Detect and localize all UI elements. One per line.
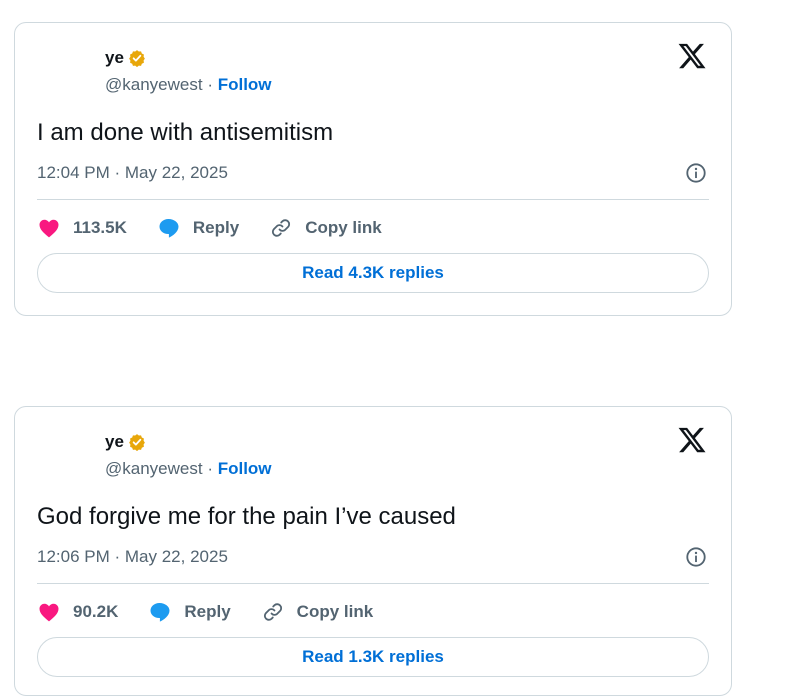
verified-badge-icon <box>129 434 145 451</box>
reply-label: Reply <box>184 602 231 621</box>
author-handle[interactable]: @kanyewest <box>105 459 203 478</box>
read-replies-button[interactable]: Read 4.3K replies <box>37 253 709 293</box>
author-handle[interactable]: @kanyewest <box>105 75 203 94</box>
separator-dot: · <box>114 547 125 566</box>
tweet-card[interactable]: ye @kanyewest · Follow God forgive me fo… <box>14 406 732 696</box>
author-name[interactable]: ye <box>105 432 124 452</box>
tweet-text: God forgive me for the pain I’ve caused <box>37 503 456 530</box>
like-count: 90.2K <box>73 602 119 621</box>
author-block: ye @kanyewest · Follow <box>105 431 272 479</box>
link-icon <box>272 219 291 237</box>
separator-dot: · <box>207 459 218 478</box>
divider <box>37 583 709 584</box>
action-bar: 90.2K Reply Copy link <box>37 599 403 625</box>
tweet-text: I am done with antisemitism <box>37 119 334 146</box>
tweet-timestamp[interactable]: 12:06 PM · May 22, 2025 <box>37 547 228 567</box>
tweet-time: 12:04 PM <box>37 163 110 182</box>
tweet-time: 12:06 PM <box>37 547 110 566</box>
x-logo-icon[interactable] <box>677 41 707 71</box>
link-icon <box>263 603 282 621</box>
read-replies-button[interactable]: Read 1.3K replies <box>37 637 709 677</box>
tweet-date: May 22, 2025 <box>124 163 228 182</box>
copy-link-button[interactable]: Copy link <box>261 600 374 624</box>
follow-link[interactable]: Follow <box>218 459 272 478</box>
author-name[interactable]: ye <box>105 48 124 68</box>
info-icon[interactable] <box>685 162 707 184</box>
like-button[interactable]: 90.2K <box>37 600 118 624</box>
follow-link[interactable]: Follow <box>218 75 272 94</box>
avatar[interactable] <box>37 45 101 97</box>
avatar[interactable] <box>37 429 101 481</box>
reply-button[interactable]: Reply <box>148 600 231 624</box>
tweet-card[interactable]: ye @kanyewest · Follow I am done with an… <box>14 22 732 316</box>
copy-link-label: Copy link <box>296 602 374 621</box>
like-button[interactable]: 113.5K <box>37 216 127 240</box>
like-count: 113.5K <box>73 218 127 237</box>
separator-dot: · <box>114 163 125 182</box>
action-bar: 113.5K Reply Copy link <box>37 215 412 241</box>
divider <box>37 199 709 200</box>
reply-bubble-icon <box>150 603 170 622</box>
reply-button[interactable]: Reply <box>157 216 239 240</box>
tweet-date: May 22, 2025 <box>124 547 228 566</box>
info-icon[interactable] <box>685 546 707 568</box>
reply-label: Reply <box>192 218 240 237</box>
heart-icon <box>39 603 59 622</box>
heart-icon <box>39 219 59 238</box>
tweet-timestamp[interactable]: 12:04 PM · May 22, 2025 <box>37 163 228 183</box>
author-block: ye @kanyewest · Follow <box>105 47 272 95</box>
x-logo-icon[interactable] <box>677 425 707 455</box>
verified-badge-icon <box>129 50 145 67</box>
separator-dot: · <box>207 75 218 94</box>
copy-link-label: Copy link <box>305 218 382 237</box>
reply-bubble-icon <box>159 219 179 238</box>
copy-link-button[interactable]: Copy link <box>269 216 382 240</box>
